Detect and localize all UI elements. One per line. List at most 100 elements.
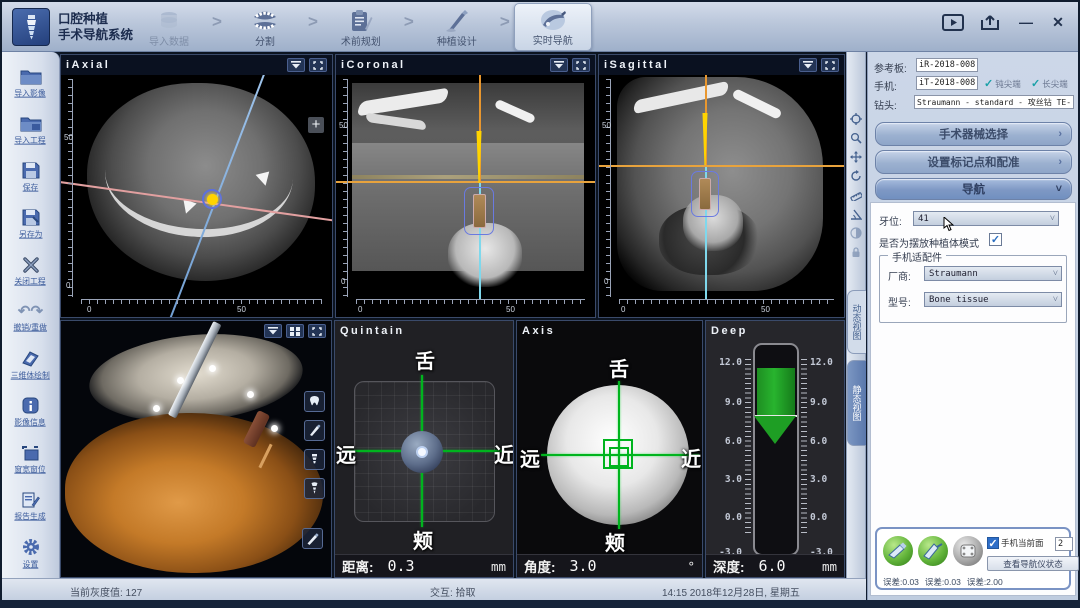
panel-menu-icon[interactable]	[287, 58, 305, 72]
window-controls: — ✕	[940, 12, 1068, 32]
sidebar-item-report[interactable]: 报告生成	[4, 483, 58, 530]
axial-view-panel: iAxial + 50 0 0 50	[60, 54, 333, 318]
step-implant-design[interactable]: 种植设计	[418, 3, 496, 51]
import-data-icon	[156, 10, 182, 32]
handpiece-field[interactable]	[916, 76, 978, 90]
model-label: 型号:	[888, 294, 911, 309]
ruler-label: 0	[621, 305, 625, 314]
angle-measure-icon[interactable]	[848, 206, 864, 222]
panel-expand-icon[interactable]	[308, 324, 326, 338]
target-icon[interactable]	[848, 111, 864, 127]
implant-visibility-icon[interactable]	[304, 449, 325, 470]
current-face-checkbox[interactable]: ✓ 手机当前面	[987, 537, 1044, 549]
vertical-ruler	[68, 79, 73, 297]
ruler-label: 0	[66, 281, 70, 290]
tooth-position-select[interactable]: 41	[913, 211, 1059, 226]
marker-sphere	[271, 425, 278, 432]
quintain-canvas[interactable]: 舌 远 近 颊 距离: 0.3 mm	[335, 321, 513, 577]
sidebar-item-save[interactable]: 保存	[4, 154, 58, 201]
panel-menu-icon[interactable]	[264, 324, 282, 338]
handpiece-status-icon[interactable]	[883, 536, 913, 566]
blunt-tip-checkbox[interactable]: ✓ 钝尖端	[984, 77, 1021, 90]
tab-static-view[interactable]: 静态视图	[847, 360, 866, 446]
navigation-section-button[interactable]: 导航 ˅	[875, 178, 1072, 200]
close-button[interactable]: ✕	[1048, 14, 1068, 31]
vendor-select[interactable]: Straumann	[924, 266, 1062, 281]
tooth-position-label: 牙位:	[879, 213, 902, 228]
planning-icon	[349, 9, 373, 32]
axial-view-title: iAxial	[66, 59, 110, 71]
zoom-icon[interactable]	[848, 130, 864, 146]
pan-icon[interactable]	[848, 149, 864, 165]
reference-status-icon[interactable]	[953, 536, 983, 566]
report-icon	[21, 491, 40, 508]
long-tip-checkbox[interactable]: ✓ 长尖端	[1031, 77, 1068, 90]
step-import-data[interactable]: 导入数据	[130, 3, 208, 51]
minimize-button[interactable]: —	[1016, 14, 1036, 30]
error-readouts: 误差:0.03 误差:0.03 误差:2.00	[883, 576, 1003, 588]
sidebar-item-image-info[interactable]: 影像信息	[4, 389, 58, 436]
rotate-icon[interactable]	[848, 168, 864, 184]
angle-readout: 角度: 3.0 °	[517, 554, 702, 577]
ruler-label: 0	[87, 305, 91, 314]
step-segmentation[interactable]: 分割	[226, 3, 304, 51]
drill-visibility-icon[interactable]	[304, 420, 325, 441]
coronal-view-canvas[interactable]: 50 0 0 50	[336, 55, 595, 317]
sidebar-item-settings[interactable]: 设置	[4, 530, 58, 577]
sidebar-item-label: 影像信息	[15, 416, 46, 427]
sidebar-item-import-image[interactable]: 导入影像	[4, 60, 58, 107]
axial-view-canvas[interactable]: + 50 0 0 50	[61, 55, 332, 317]
lock-icon[interactable]	[848, 244, 864, 260]
sagittal-view-canvas[interactable]: 50 0 0 50	[599, 55, 844, 317]
video-export-icon[interactable]	[940, 12, 966, 32]
tooth-visibility-icon[interactable]	[304, 391, 325, 412]
annotate-pen-icon[interactable]	[302, 528, 323, 549]
ruler-measure-icon[interactable]	[848, 187, 864, 203]
tab-dynamic-view[interactable]: 动态视图	[847, 290, 866, 354]
contrast-icon[interactable]	[848, 225, 864, 241]
drill-field[interactable]	[914, 95, 1074, 109]
ruler-label: 50	[339, 121, 348, 130]
plus-icon[interactable]: +	[308, 117, 324, 133]
model-select[interactable]: Bone tissue	[924, 292, 1062, 307]
instrument-select-button[interactable]: 手术器械选择 ›	[875, 122, 1072, 146]
ruler-label: 50	[602, 121, 611, 130]
implant-body	[473, 194, 486, 228]
depth-label: 深度:	[713, 556, 745, 576]
depth-fill	[757, 368, 795, 415]
chevron-right-icon: ›	[1058, 156, 1062, 168]
navigator-status-button[interactable]: 查看导航仪状态	[987, 556, 1079, 571]
sidebar-item-import-project[interactable]: 导入工程	[4, 107, 58, 154]
placement-mode-checkbox[interactable]: ✓	[989, 233, 1002, 246]
panel-expand-icon[interactable]	[572, 58, 590, 72]
sidebar-item-save-as[interactable]: 另存为	[4, 201, 58, 248]
panel-menu-icon[interactable]	[550, 58, 568, 72]
panel-grid-icon[interactable]	[286, 324, 304, 338]
panel-expand-icon[interactable]	[309, 58, 327, 72]
sagittal-crosshair-horizontal	[599, 165, 845, 167]
panel-menu-icon[interactable]	[799, 58, 817, 72]
check-icon: ✓	[991, 233, 1000, 246]
position-core	[416, 446, 428, 458]
coronal-crosshair-horizontal	[336, 181, 596, 183]
current-face-field[interactable]	[1055, 537, 1073, 551]
registration-button[interactable]: 设置标记点和配准 ›	[875, 150, 1072, 174]
share-export-icon[interactable]	[978, 12, 1004, 32]
step-preop-planning[interactable]: 术前规划	[322, 3, 400, 51]
sidebar-item-volume-render[interactable]: 三维体绘制	[4, 342, 58, 389]
volume-3d-canvas[interactable]	[61, 321, 331, 577]
implant-crown-visibility-icon[interactable]	[304, 478, 325, 499]
reference-plate-field[interactable]	[916, 58, 978, 72]
sidebar-item-undo-redo[interactable]: ↶↷ 撤销/重做	[4, 295, 58, 342]
implant-body	[699, 178, 711, 210]
axis-canvas[interactable]: 舌 远 近 颊 角度: 3.0 °	[517, 321, 702, 577]
drill-status-icon[interactable]	[918, 536, 948, 566]
step-label: 实时导航	[533, 32, 573, 47]
panel-expand-icon[interactable]	[821, 58, 839, 72]
reference-plate-label: 参考板:	[874, 60, 907, 75]
sidebar-item-close-project[interactable]: 关闭工程	[4, 248, 58, 295]
vendor-label: 厂商:	[888, 268, 911, 283]
sidebar-item-window-level[interactable]: 窗宽窗位	[4, 436, 58, 483]
step-realtime-navigation[interactable]: 实时导航	[514, 3, 592, 51]
current-face-label: 手机当前面	[1001, 537, 1044, 549]
